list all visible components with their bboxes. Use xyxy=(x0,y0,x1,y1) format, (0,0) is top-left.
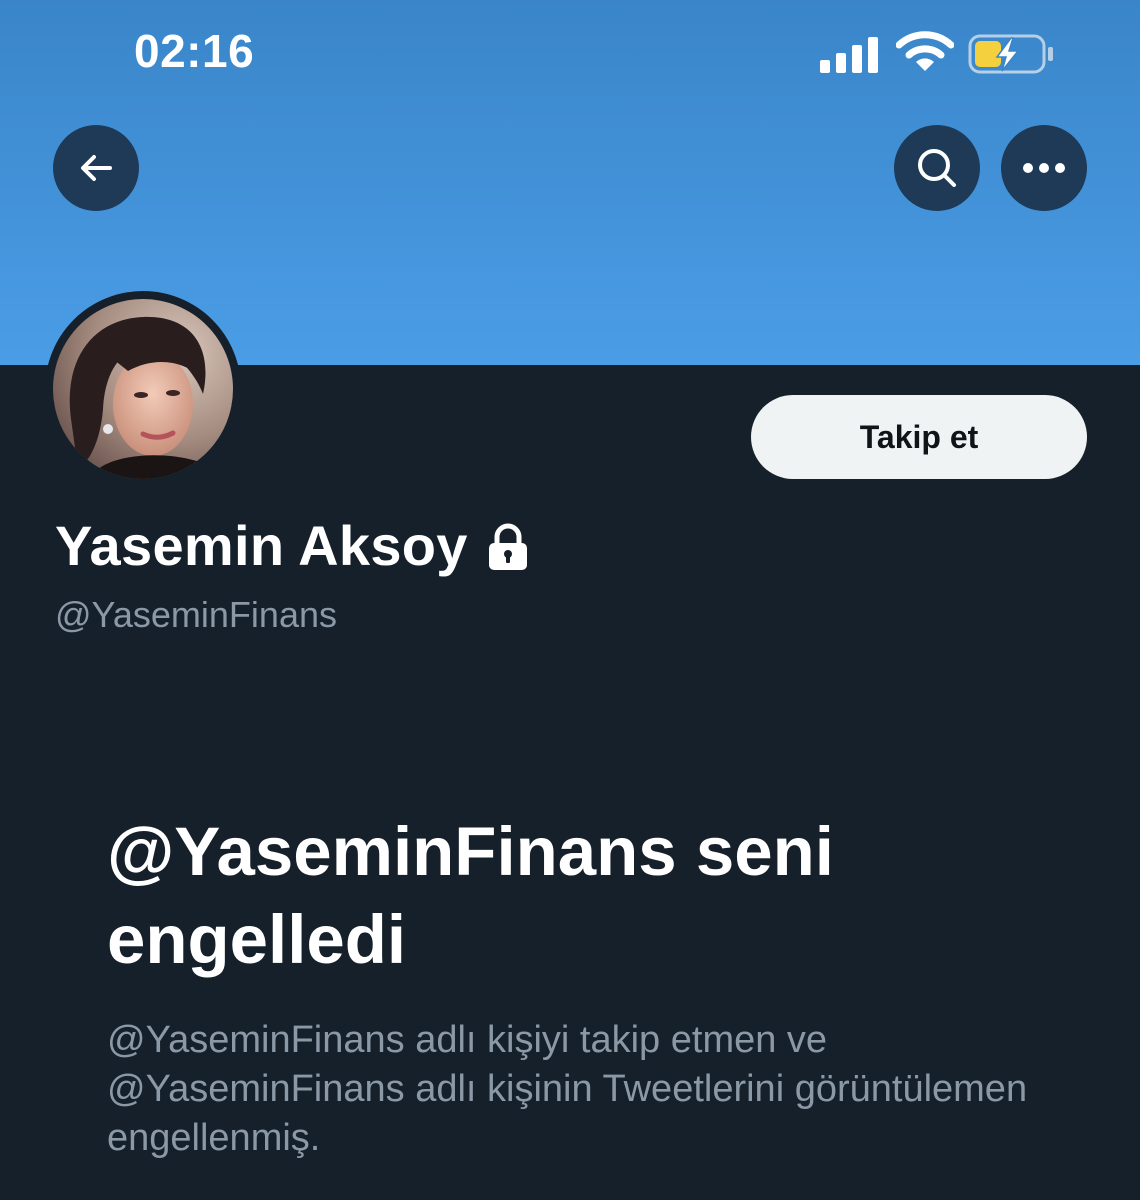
blocked-description: @YaseminFinans adlı kişiyi takip etmen v… xyxy=(107,1019,1028,1159)
search-icon xyxy=(918,149,956,187)
follow-button[interactable]: Takip et xyxy=(751,395,1087,479)
status-time: 02:16 xyxy=(134,25,255,77)
status-bar: 02:16 xyxy=(0,0,1140,110)
arrow-left-icon xyxy=(81,155,112,181)
profile-handle: @YaseminFinans xyxy=(55,594,337,635)
more-horizontal-icon xyxy=(1023,163,1065,173)
more-options-button[interactable] xyxy=(1001,125,1087,211)
lock-icon xyxy=(488,523,527,570)
search-button[interactable] xyxy=(894,125,980,211)
cellular-signal-icon xyxy=(820,37,878,73)
avatar-photo xyxy=(53,299,233,479)
back-button[interactable] xyxy=(53,125,139,211)
profile-avatar[interactable] xyxy=(45,291,241,487)
wifi-icon xyxy=(896,31,954,71)
blocked-title: @YaseminFinans seni engelledi xyxy=(107,813,834,978)
display-name-row: Yasemin Aksoy xyxy=(55,513,530,578)
battery-charging-icon xyxy=(968,34,1053,74)
display-name: Yasemin Aksoy xyxy=(55,514,468,577)
